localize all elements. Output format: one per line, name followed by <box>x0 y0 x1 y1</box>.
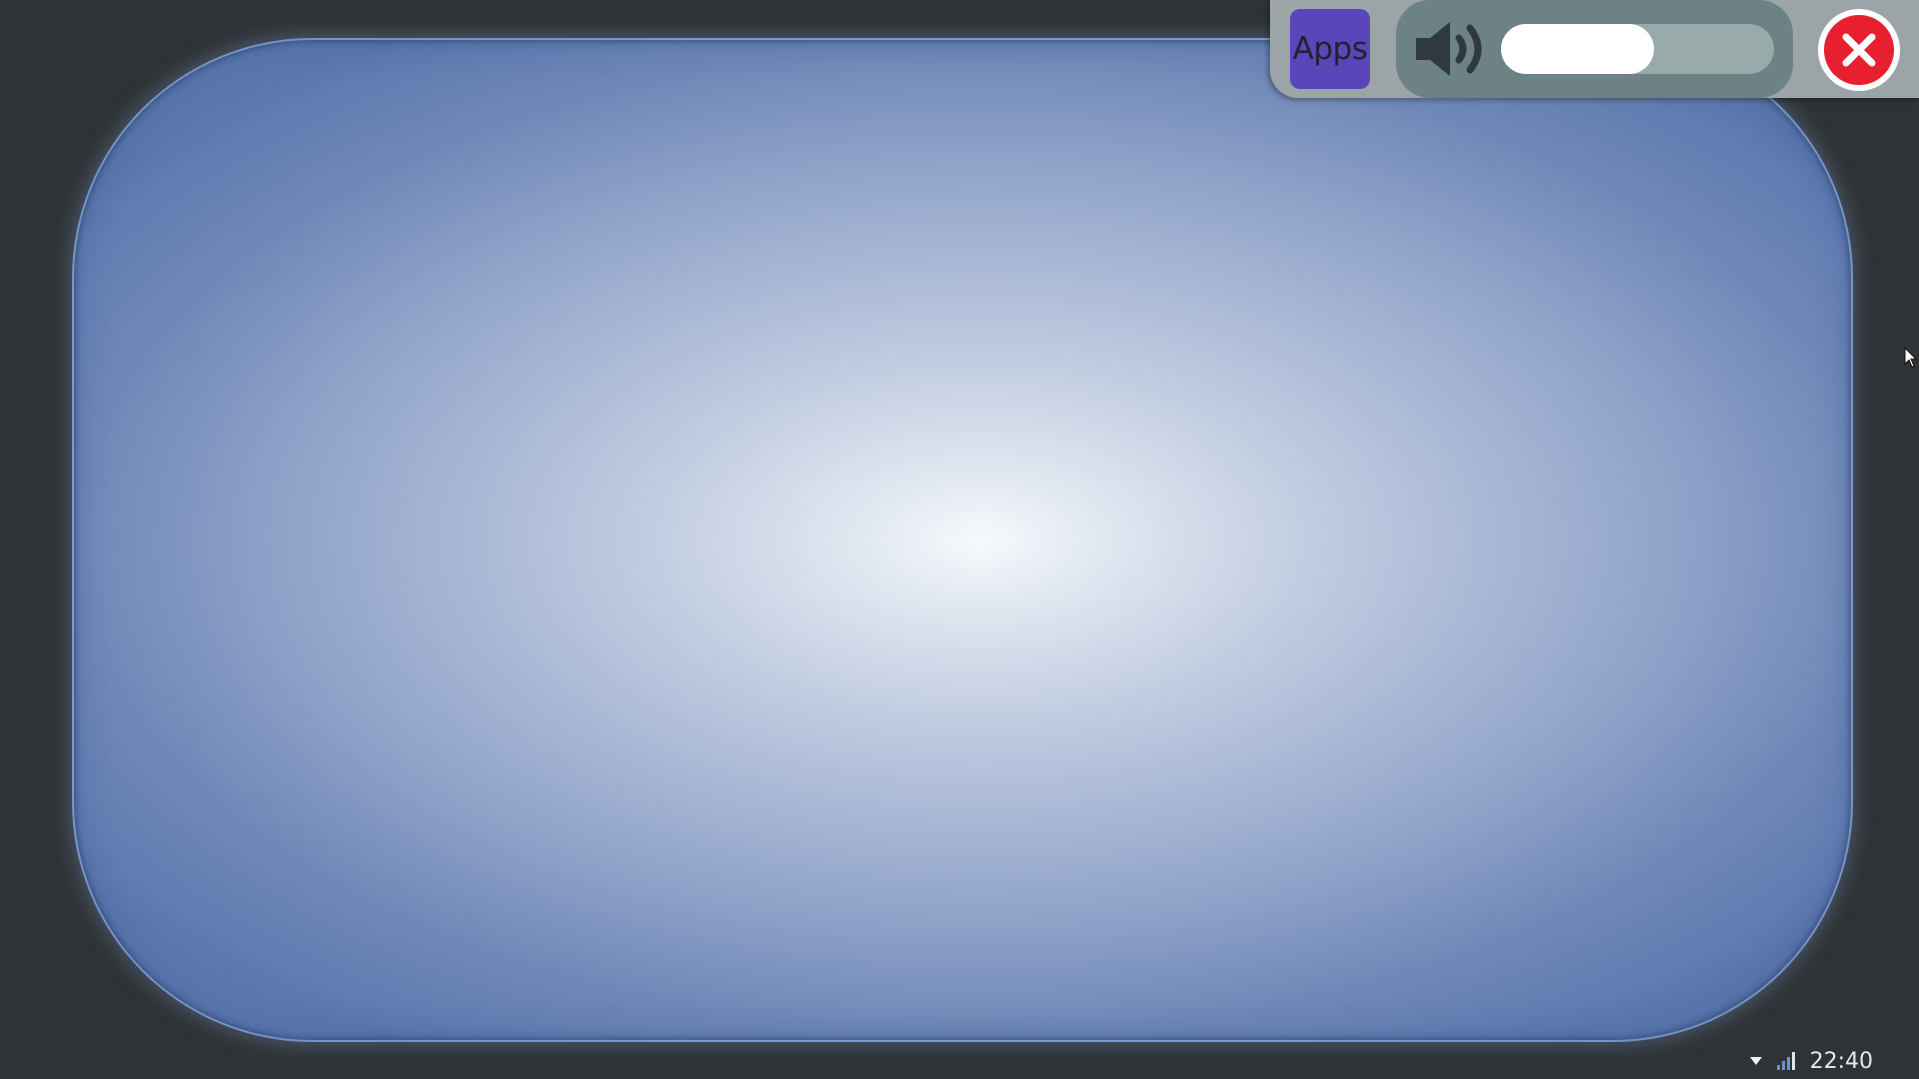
speaker-icon[interactable] <box>1412 14 1492 84</box>
apps-button[interactable]: Apps <box>1290 9 1370 89</box>
desktop: Apps 22:40 <box>0 0 1919 1079</box>
clock[interactable]: 22:40 <box>1810 1049 1873 1074</box>
display-panel <box>72 38 1853 1042</box>
mouse-cursor-icon <box>1904 347 1918 368</box>
volume-slider-fill <box>1501 24 1654 74</box>
close-icon <box>1824 15 1894 85</box>
close-button[interactable] <box>1818 9 1900 91</box>
signal-bars-icon[interactable] <box>1776 1051 1798 1071</box>
volume-slider[interactable] <box>1501 24 1774 74</box>
dropdown-arrow-icon[interactable] <box>1748 1054 1764 1068</box>
system-tray: 22:40 <box>1748 1043 1873 1079</box>
